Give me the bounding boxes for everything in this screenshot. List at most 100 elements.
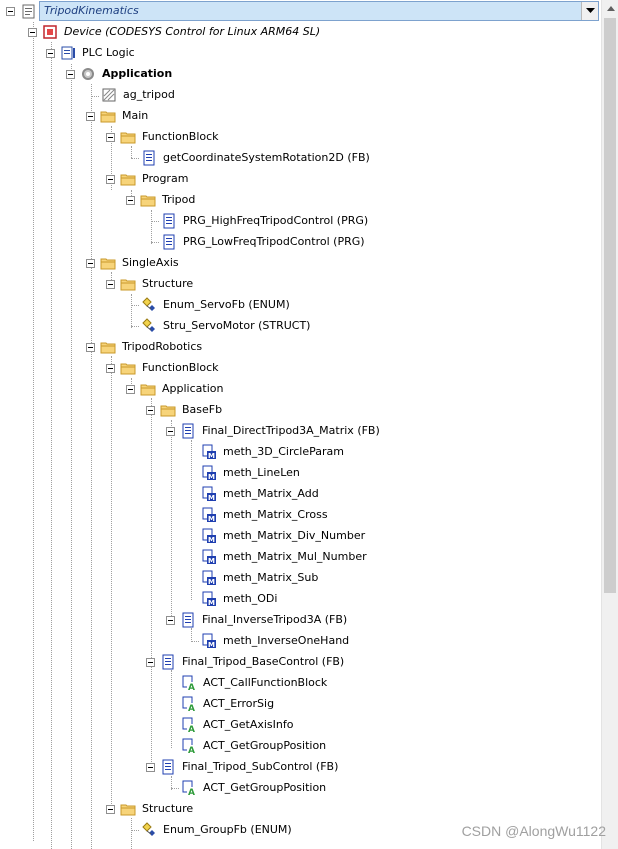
tree-line: [111, 356, 112, 808]
tree-node-stru-servomotor[interactable]: Stru_ServoMotor (STRUCT): [141, 316, 311, 336]
collapse-toggle[interactable]: [106, 280, 115, 289]
tree-line: [131, 818, 132, 849]
tree-node-project[interactable]: [6, 1, 42, 21]
folder-icon: [120, 360, 136, 376]
tree-node-meth-add[interactable]: M meth_Matrix_Add: [201, 484, 320, 504]
action-icon: A: [181, 780, 197, 798]
svg-text:M: M: [208, 578, 215, 586]
collapse-toggle[interactable]: [126, 385, 135, 394]
tree-node-program[interactable]: Program: [106, 169, 189, 189]
tree-node-main-functionblock[interactable]: FunctionBlock: [106, 127, 220, 147]
tree-node-enum-groupfb[interactable]: Enum_GroupFb (ENUM): [141, 820, 293, 840]
tree-node-plc-logic[interactable]: PLC Logic: [46, 43, 136, 63]
tree-node-final-inverse[interactable]: Final_InverseTripod3A (FB): [166, 610, 348, 630]
tree-node-final-direct[interactable]: Final_DirectTripod3A_Matrix (FB): [166, 421, 381, 441]
tree-node-device[interactable]: Device (CODESYS Control for Linux ARM64 …: [28, 22, 321, 42]
node-label: Final_Tripod_SubControl (FB): [182, 760, 339, 773]
collapse-toggle[interactable]: [146, 763, 155, 772]
collapse-toggle[interactable]: [106, 175, 115, 184]
tree-node-basefb[interactable]: BaseFb: [146, 400, 223, 420]
node-label: Program: [142, 172, 189, 185]
tree-node-prg-low[interactable]: PRG_LowFreqTripodControl (PRG): [161, 232, 366, 252]
collapse-toggle[interactable]: [146, 658, 155, 667]
node-label: ACT_CallFunctionBlock: [203, 676, 328, 689]
method-icon: M: [201, 591, 217, 607]
collapse-toggle[interactable]: [106, 133, 115, 142]
tree-node-ag-tripod[interactable]: ag_tripod: [101, 85, 176, 105]
node-label: Structure: [142, 802, 194, 815]
tree-line: [131, 326, 139, 327]
tree-node-meth-inverse[interactable]: M meth_InverseOneHand: [201, 631, 350, 651]
collapse-toggle[interactable]: [166, 616, 175, 625]
tree-node-act-call[interactable]: A ACT_CallFunctionBlock: [181, 673, 328, 693]
tree-node-meth-div[interactable]: M meth_Matrix_Div_Number: [201, 526, 366, 546]
tree-node-tripod[interactable]: Tripod: [126, 190, 196, 210]
tree-line: [191, 641, 199, 642]
tree-node-tr-structure[interactable]: Structure: [106, 799, 194, 819]
tree-node-meth-linelen[interactable]: M meth_LineLen: [201, 463, 301, 483]
collapse-toggle[interactable]: [86, 112, 95, 121]
collapse-toggle[interactable]: [106, 364, 115, 373]
pou-icon: [160, 759, 176, 775]
node-label: meth_ODi: [223, 592, 278, 605]
tree-node-getcoord[interactable]: getCoordinateSystemRotation2D (FB): [141, 148, 371, 168]
collapse-toggle[interactable]: [86, 343, 95, 352]
tree-node-tripodrobotics[interactable]: TripodRobotics: [86, 337, 203, 357]
tree-node-enum-servofb[interactable]: Enum_ServoFb (ENUM): [141, 295, 291, 315]
tree-node-act-getaxis[interactable]: A ACT_GetAxisInfo: [181, 715, 294, 735]
node-label: ACT_ErrorSig: [203, 697, 275, 710]
folder-icon: [120, 129, 136, 145]
collapse-toggle[interactable]: [28, 28, 37, 37]
collapse-toggle[interactable]: [86, 259, 95, 268]
collapse-toggle[interactable]: [66, 70, 75, 79]
node-label: ACT_GetGroupPosition: [203, 739, 327, 752]
project-title-bar[interactable]: TripodKinematics: [39, 1, 599, 21]
action-icon: A: [181, 696, 197, 714]
tree-node-meth-mul[interactable]: M meth_Matrix_Mul_Number: [201, 547, 368, 567]
dropdown-button[interactable]: [581, 2, 598, 20]
scroll-up-button[interactable]: [602, 0, 618, 17]
vertical-scrollbar[interactable]: [601, 0, 618, 849]
tree-node-main[interactable]: Main: [86, 106, 149, 126]
tree-node-prg-high[interactable]: PRG_HighFreqTripodControl (PRG): [161, 211, 369, 231]
node-label: meth_Matrix_Mul_Number: [223, 550, 367, 563]
action-icon: A: [181, 738, 197, 756]
svg-text:M: M: [208, 473, 215, 481]
method-icon: M: [201, 528, 217, 544]
node-label: meth_3D_CircleParam: [223, 445, 344, 458]
pou-icon: [180, 612, 196, 628]
scrollbar-thumb[interactable]: [604, 18, 616, 593]
folder-icon: [140, 192, 156, 208]
tree-line: [131, 305, 139, 306]
tree-node-tr-application[interactable]: Application: [126, 379, 224, 399]
node-label: Enum_GroupFb (ENUM): [163, 823, 292, 836]
method-icon: M: [201, 465, 217, 481]
tree-node-act-getgroup-sub[interactable]: A ACT_GetGroupPosition: [181, 778, 327, 798]
svg-text:M: M: [208, 515, 215, 523]
tree-node-final-basecontrol[interactable]: Final_Tripod_BaseControl (FB): [146, 652, 345, 672]
collapse-toggle[interactable]: [126, 196, 135, 205]
tree-node-application[interactable]: Application: [66, 64, 173, 84]
collapse-toggle[interactable]: [46, 49, 55, 58]
collapse-toggle[interactable]: [146, 406, 155, 415]
tree-node-act-errorsig[interactable]: A ACT_ErrorSig: [181, 694, 275, 714]
tree-node-meth-3d[interactable]: M meth_3D_CircleParam: [201, 442, 345, 462]
tree-node-meth-odi[interactable]: M meth_ODi: [201, 589, 278, 609]
collapse-toggle[interactable]: [106, 805, 115, 814]
tree-node-meth-sub[interactable]: M meth_Matrix_Sub: [201, 568, 319, 588]
tree-node-singleaxis[interactable]: SingleAxis: [86, 253, 180, 273]
tree-line: [131, 158, 139, 159]
tree-node-meth-cross[interactable]: M meth_Matrix_Cross: [201, 505, 329, 525]
node-label: Structure: [142, 277, 194, 290]
tree-line: [131, 830, 139, 831]
collapse-toggle[interactable]: [166, 427, 175, 436]
tree-node-sa-structure[interactable]: Structure: [106, 274, 194, 294]
node-label: meth_InverseOneHand: [223, 634, 350, 647]
tree-node-act-getgroup[interactable]: A ACT_GetGroupPosition: [181, 736, 327, 756]
tree-node-final-subcontrol[interactable]: Final_Tripod_SubControl (FB): [146, 757, 339, 777]
svg-text:M: M: [208, 452, 215, 460]
pou-icon: [141, 150, 157, 166]
tree-node-tr-functionblock[interactable]: FunctionBlock: [106, 358, 220, 378]
tree-line: [91, 84, 92, 849]
collapse-toggle[interactable]: [6, 7, 15, 16]
